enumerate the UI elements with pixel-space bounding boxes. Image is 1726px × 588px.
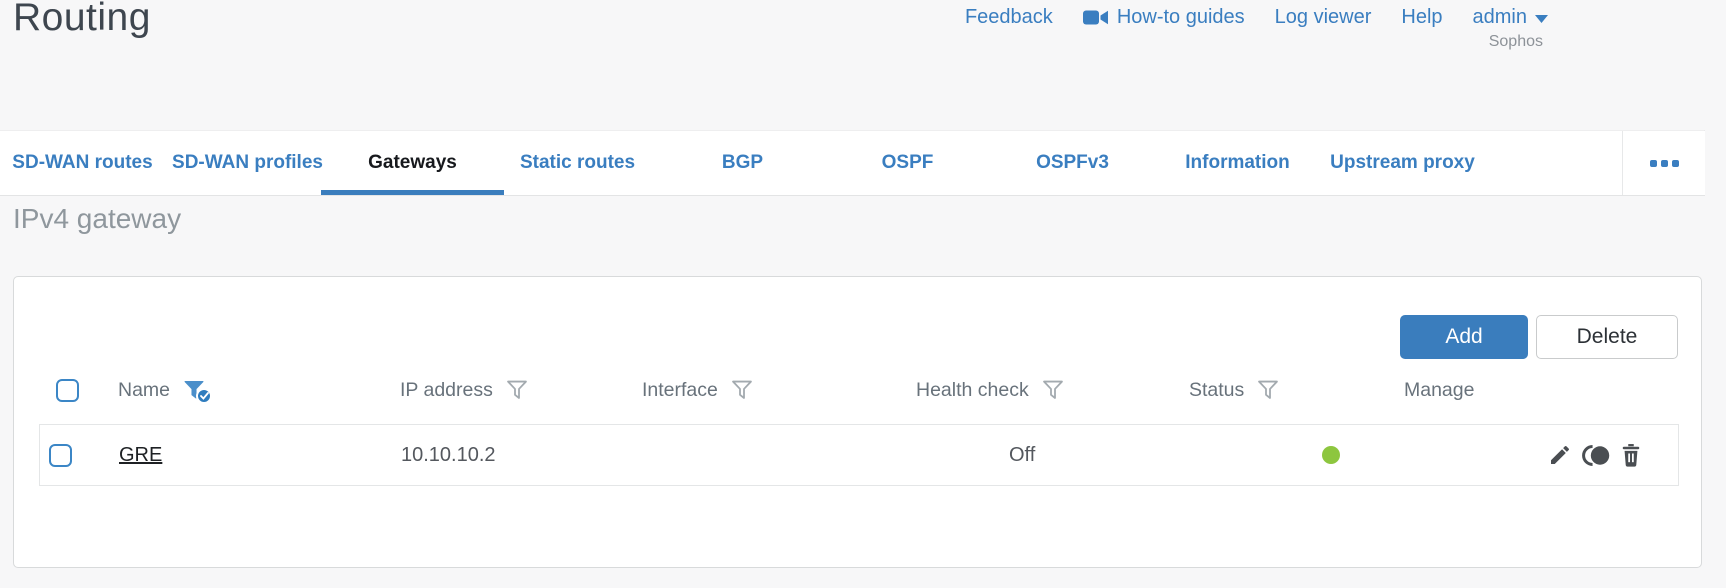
row-checkbox[interactable] (49, 443, 72, 467)
ellipsis-icon (1649, 159, 1679, 167)
tab-upstream-proxy[interactable]: Upstream proxy (1320, 131, 1485, 195)
tab-static-routes[interactable]: Static routes (495, 131, 660, 195)
add-button[interactable]: Add (1400, 315, 1528, 359)
tab-ospfv3[interactable]: OSPFv3 (990, 131, 1155, 195)
how-to-guides-link[interactable]: How-to guides (1082, 6, 1245, 29)
tab-bar: SD-WAN routes SD-WAN profiles Gateways S… (0, 130, 1705, 196)
section-heading: IPv4 gateway (13, 203, 182, 234)
filter-check-badge (196, 388, 213, 404)
ip-address-cell: 10.10.10.2 (401, 443, 496, 466)
column-label-status: Status (1189, 378, 1245, 401)
column-label-manage: Manage (1404, 378, 1475, 401)
chevron-down-icon (1535, 15, 1548, 23)
tab-ospf[interactable]: OSPF (825, 131, 990, 195)
clone-icon[interactable] (1581, 444, 1611, 467)
column-header-health-check: Health check (907, 379, 1180, 402)
filter-icon[interactable] (1257, 380, 1279, 400)
status-cell (1181, 446, 1396, 464)
table-header: Name IP address Interface Health check S… (39, 369, 1679, 411)
tab-bgp[interactable]: BGP (660, 131, 825, 195)
tab-overflow-button[interactable] (1622, 131, 1705, 195)
column-label-name: Name (118, 378, 171, 401)
delete-button[interactable]: Delete (1536, 315, 1678, 359)
column-label-interface: Interface (642, 378, 718, 401)
column-label-ip-address: IP address (400, 378, 493, 401)
user-name: admin (1472, 6, 1527, 28)
tab-sd-wan-routes[interactable]: SD-WAN routes (0, 131, 165, 195)
filter-icon[interactable] (731, 380, 753, 400)
page-title: Routing (13, 0, 151, 39)
tab-sd-wan-profiles[interactable]: SD-WAN profiles (165, 131, 330, 195)
health-check-cell: Off (1009, 443, 1036, 466)
how-to-guides-label: How-to guides (1116, 6, 1245, 28)
filter-active-icon[interactable] (183, 380, 213, 404)
toolbar: Add Delete (1400, 315, 1678, 359)
select-all-cell (39, 378, 109, 402)
select-all-checkbox[interactable] (56, 378, 79, 402)
filter-icon[interactable] (506, 380, 528, 400)
manage-cell (1396, 443, 1680, 468)
tab-information[interactable]: Information (1155, 131, 1320, 195)
status-dot (1322, 446, 1340, 464)
row-select-cell (40, 443, 110, 467)
column-header-status: Status (1180, 379, 1395, 402)
log-viewer-link[interactable]: Log viewer (1275, 6, 1372, 29)
column-header-name: Name (109, 378, 391, 404)
edit-icon[interactable] (1548, 443, 1572, 467)
feedback-link[interactable]: Feedback (965, 6, 1053, 29)
gateway-name-link[interactable]: GRE (119, 444, 162, 466)
table-row: GRE 10.10.10.2 Off (39, 424, 1679, 486)
filter-icon[interactable] (1042, 380, 1064, 400)
tab-gateways[interactable]: Gateways (321, 131, 504, 195)
column-label-health-check: Health check (916, 378, 1029, 401)
column-header-ip-address: IP address (391, 379, 633, 402)
help-link[interactable]: Help (1401, 6, 1442, 29)
user-menu[interactable]: admin (1473, 6, 1548, 29)
video-camera-icon (1082, 9, 1109, 26)
gateway-card: Add Delete Name IP address Interface Hea… (13, 276, 1702, 568)
delete-icon[interactable] (1620, 443, 1642, 468)
column-header-interface: Interface (633, 379, 907, 402)
column-header-manage: Manage (1395, 379, 1679, 402)
header-links: Feedback How-to guides Log viewer Help a… (965, 6, 1548, 29)
name-cell: GRE (110, 444, 392, 467)
tabs: SD-WAN routes SD-WAN profiles Gateways S… (0, 131, 1704, 195)
brand-label: Sophos (1488, 33, 1543, 50)
